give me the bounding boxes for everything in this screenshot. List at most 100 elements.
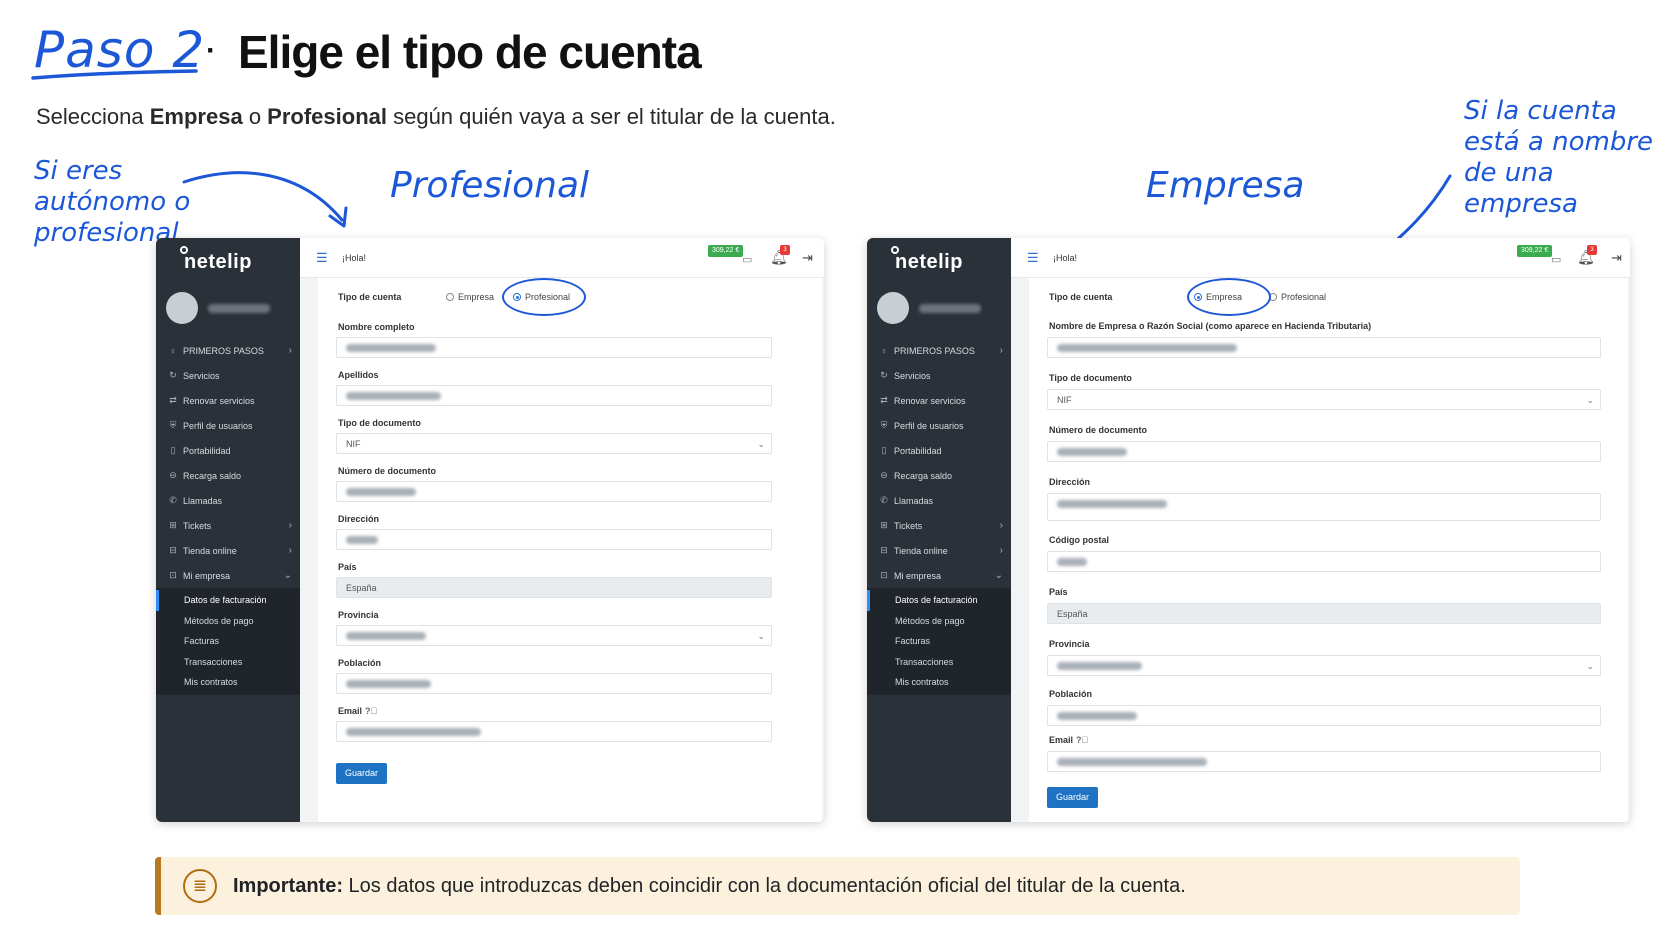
- input-apellidos[interactable]: [336, 385, 772, 406]
- chevron-down-icon: ⌄: [757, 631, 765, 641]
- billing-form-empresa: Tipo de cuenta Empresa Profesional Nombr…: [1029, 278, 1628, 822]
- help-icon[interactable]: ?⃝: [365, 706, 377, 716]
- highlight-circle: [502, 278, 586, 316]
- renew-icon: ⇄: [880, 395, 888, 405]
- sidebar-item-perfil[interactable]: ⛨ Perfil de usuarios: [156, 413, 300, 438]
- input-nombre[interactable]: [336, 337, 772, 358]
- sidebar-item-tickets[interactable]: ⊞ Tickets ›: [867, 513, 1011, 538]
- label-razon-social: Nombre de Empresa o Razón Social (como a…: [1049, 321, 1372, 331]
- input-numero-documento[interactable]: [336, 481, 772, 502]
- sidebar-item-llamadas[interactable]: ✆ Llamadas: [156, 488, 300, 513]
- sidebar-item-tickets[interactable]: ⊞ Tickets ›: [156, 513, 300, 538]
- money-icon: ⊖: [880, 470, 888, 480]
- submenu-item-transacciones[interactable]: Transacciones: [156, 652, 300, 673]
- sidebar-item-label: Renovar servicios: [894, 395, 966, 406]
- submenu-item-datos-facturacion[interactable]: Datos de facturación: [867, 590, 1011, 611]
- radio-off-icon: [446, 293, 454, 301]
- account-type-label: Tipo de cuenta: [338, 292, 402, 302]
- sidebar-item-label: Mi empresa: [894, 570, 942, 581]
- sidebar-item-perfil[interactable]: ⛨ Perfil de usuarios: [867, 413, 1011, 438]
- label-nombre: Nombre completo: [338, 322, 415, 332]
- submenu-item-contratos[interactable]: Mis contratos: [867, 672, 1011, 693]
- sidebar-item-tienda[interactable]: ⊟ Tienda online ›: [867, 538, 1011, 563]
- select-provincia[interactable]: ⌄: [1047, 655, 1601, 676]
- shield-icon: ⛨: [880, 420, 888, 430]
- save-button[interactable]: Guardar: [1047, 787, 1099, 808]
- submenu-mi-empresa: Datos de facturación Métodos de pago Fac…: [867, 588, 1011, 695]
- wallet-icon[interactable]: ▭: [742, 253, 752, 266]
- sidebar-item-llamadas[interactable]: ✆ Llamadas: [867, 488, 1011, 513]
- sidebar-item-label: Renovar servicios: [183, 395, 255, 406]
- input-poblacion[interactable]: [1047, 705, 1601, 726]
- logout-icon[interactable]: ⇥: [802, 250, 813, 266]
- label-direccion: Dirección: [338, 514, 380, 524]
- label-poblacion: Población: [338, 658, 382, 668]
- important-notice: ≣ Importante: Los datos que introduzcas …: [155, 857, 1520, 915]
- label-direccion: Dirección: [1049, 477, 1091, 487]
- input-email[interactable]: [1047, 751, 1601, 772]
- avatar[interactable]: [877, 292, 909, 324]
- select-tipo-documento[interactable]: NIF ⌄: [336, 433, 772, 454]
- brand-logo[interactable]: netelip: [895, 251, 963, 274]
- radio-label: Profesional: [1281, 292, 1327, 302]
- submenu-item-facturas[interactable]: Facturas: [867, 631, 1011, 652]
- submenu-item-contratos[interactable]: Mis contratos: [156, 672, 300, 693]
- input-razon-social[interactable]: [1047, 337, 1601, 358]
- sidebar-item-label: Mi empresa: [183, 570, 231, 581]
- submenu-item-metodos-pago[interactable]: Métodos de pago: [867, 611, 1011, 632]
- submenu-item-facturas[interactable]: Facturas: [156, 631, 300, 652]
- sidebar-item-mi-empresa[interactable]: ⊡ Mi empresa ⌄: [156, 563, 300, 588]
- input-direccion[interactable]: [1047, 493, 1601, 521]
- sidebar-item-portabilidad[interactable]: ▯ Portabilidad: [867, 438, 1011, 463]
- chevron-down-icon: ⌄: [1586, 395, 1594, 405]
- radio-empresa[interactable]: Empresa: [446, 292, 494, 302]
- sidebar-item-servicios[interactable]: ↻ Servicios: [867, 363, 1011, 388]
- select-value: NIF: [346, 439, 361, 449]
- avatar[interactable]: [166, 292, 198, 324]
- input-direccion[interactable]: [336, 529, 772, 550]
- sidebar-item-servicios[interactable]: ↻ Servicios: [156, 363, 300, 388]
- sidebar-item-renovar[interactable]: ⇄ Renovar servicios: [867, 388, 1011, 413]
- label-empresa: Empresa: [1146, 165, 1305, 206]
- money-icon: ⊖: [169, 470, 177, 480]
- select-tipo-documento[interactable]: NIF ⌄: [1047, 389, 1601, 410]
- sidebar-item-tienda[interactable]: ⊟ Tienda online ›: [156, 538, 300, 563]
- save-button[interactable]: Guardar: [336, 763, 388, 784]
- sidebar-item-recarga[interactable]: ⊖ Recarga saldo: [156, 463, 300, 488]
- chevron-down-icon: ⌄: [757, 439, 765, 449]
- label-email-text: Email: [338, 706, 363, 716]
- app-window-empresa: netelip ♀ PRIMEROS PASOS › ↻ Servicios ⇄ Ren…: [867, 238, 1630, 822]
- logout-icon[interactable]: ⇥: [1611, 250, 1622, 266]
- hamburger-menu-icon[interactable]: ☰: [1027, 250, 1039, 266]
- content-area: Tipo de cuenta Empresa Profesional Nombr…: [1011, 278, 1630, 822]
- label-codigo-postal: Código postal: [1049, 535, 1109, 545]
- wallet-icon[interactable]: ▭: [1551, 253, 1561, 266]
- sidebar-item-recarga[interactable]: ⊖ Recarga saldo: [867, 463, 1011, 488]
- brand-logo[interactable]: netelip: [184, 251, 252, 274]
- renew-icon: ⇄: [169, 395, 177, 405]
- submenu-item-datos-facturacion[interactable]: Datos de facturación: [156, 590, 300, 611]
- submenu-item-metodos-pago[interactable]: Métodos de pago: [156, 611, 300, 632]
- sidebar-item-renovar[interactable]: ⇄ Renovar servicios: [156, 388, 300, 413]
- sidebar-item-primeros-pasos[interactable]: ♀ PRIMEROS PASOS ›: [867, 338, 1011, 363]
- help-icon[interactable]: ?⃝: [1076, 735, 1088, 745]
- label-poblacion: Población: [1049, 689, 1093, 699]
- radio-label: Empresa: [458, 292, 495, 302]
- submenu-item-transacciones[interactable]: Transacciones: [867, 652, 1011, 673]
- sidebar-item-portabilidad[interactable]: ▯ Portabilidad: [156, 438, 300, 463]
- label-pais: País: [338, 562, 357, 572]
- balance-badge[interactable]: 309,22 €: [1517, 245, 1553, 257]
- sidebar-item-primeros-pasos[interactable]: ♀ PRIMEROS PASOS ›: [156, 338, 300, 363]
- sidebar-item-label: Tickets: [183, 520, 212, 531]
- radio-profesional[interactable]: Profesional: [1269, 292, 1326, 302]
- balance-badge[interactable]: 309,22 €: [708, 245, 744, 257]
- select-value: NIF: [1057, 395, 1072, 405]
- input-codigo-postal[interactable]: [1047, 551, 1601, 572]
- hamburger-menu-icon[interactable]: ☰: [316, 250, 328, 266]
- chevron-down-icon: ⌄: [1586, 661, 1594, 671]
- input-numero-documento[interactable]: [1047, 441, 1601, 462]
- sidebar-item-mi-empresa[interactable]: ⊡ Mi empresa ⌄: [867, 563, 1011, 588]
- input-email[interactable]: [336, 721, 772, 742]
- select-provincia[interactable]: ⌄: [336, 625, 772, 646]
- input-poblacion[interactable]: [336, 673, 772, 694]
